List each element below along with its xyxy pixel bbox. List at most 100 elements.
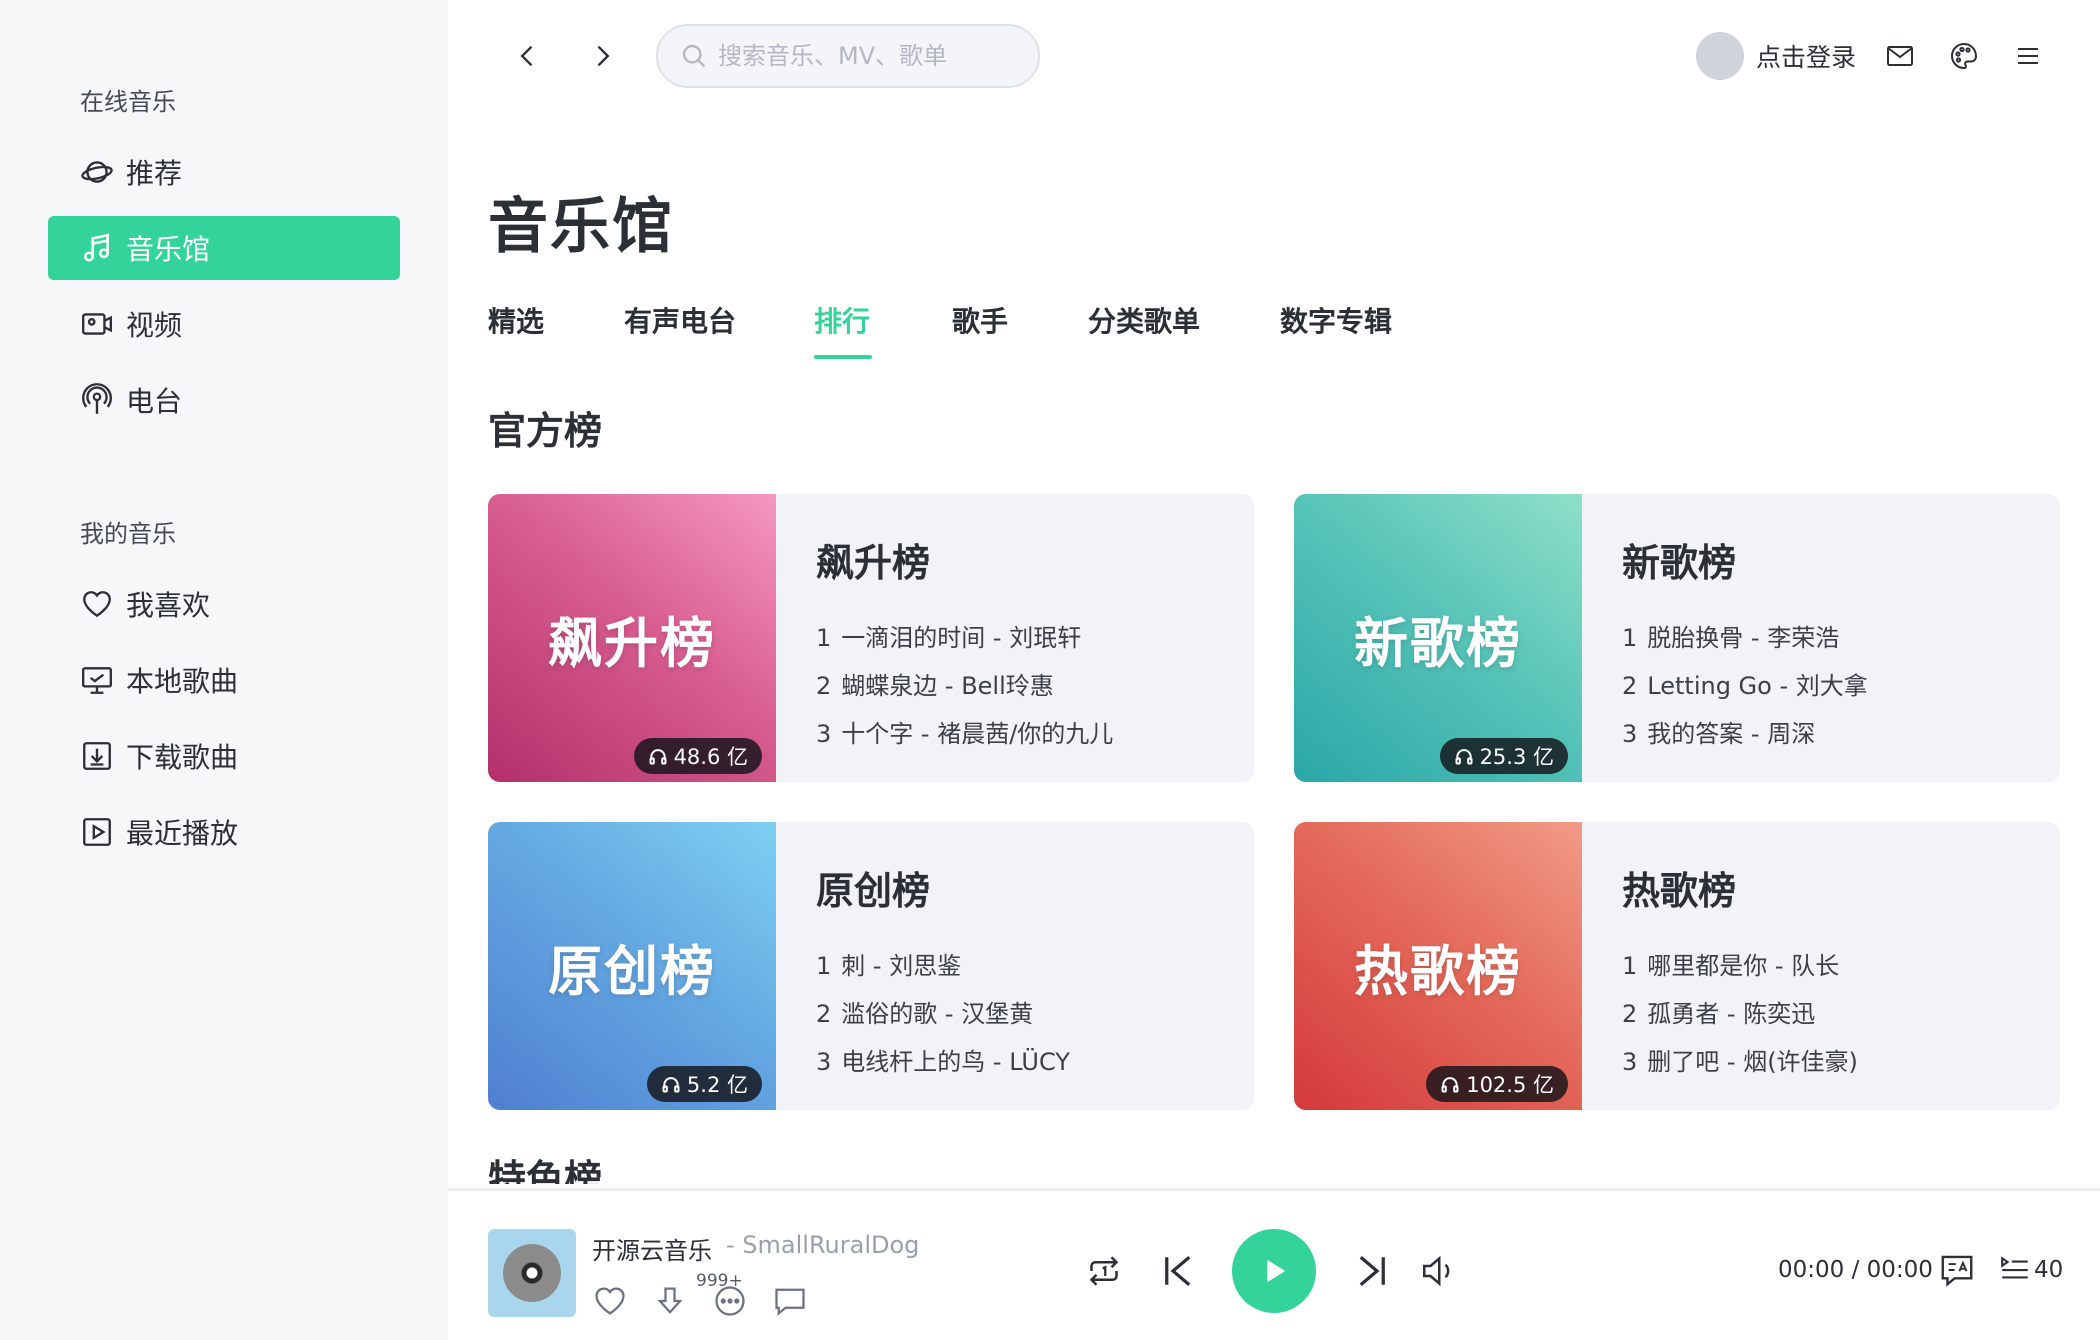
track-title[interactable]: 开源云音乐	[592, 1231, 712, 1266]
chart-song[interactable]: 2 蝴蝶泉边 - Bell玲惠	[816, 666, 1054, 701]
menu-button[interactable]	[2008, 36, 2048, 76]
song-text: 脱胎换骨 - 李荣浩	[1647, 624, 1840, 652]
chart-song[interactable]: 3 电线杆上的鸟 - LÜCY	[816, 1042, 1070, 1077]
radio-icon	[82, 383, 112, 414]
song-text: 刺 - 刘思鉴	[841, 952, 962, 980]
volume-button[interactable]	[1418, 1251, 1458, 1291]
play-icon	[1267, 1259, 1286, 1283]
chart-song[interactable]: 1 刺 - 刘思鉴	[816, 946, 961, 981]
song-rank: 1	[816, 624, 832, 652]
disc-icon	[503, 1244, 561, 1302]
sidebar-item-local-songs[interactable]: 本地歌曲	[48, 648, 400, 712]
song-text: 蝴蝶泉边 - Bell玲惠	[841, 672, 1054, 700]
tab-artists[interactable]: 歌手	[952, 300, 1008, 340]
tab-audio-radio[interactable]: 有声电台	[624, 300, 736, 340]
mail-button[interactable]	[1880, 36, 1920, 76]
cover-title: 原创榜	[548, 939, 716, 1003]
chart-cover[interactable]: 原创榜 5.2 亿	[488, 822, 776, 1110]
song-rank: 2	[1622, 672, 1638, 700]
chart-song[interactable]: 1 脱胎换骨 - 李荣浩	[1622, 618, 1839, 653]
sidebar-item-label: 音乐馆	[126, 233, 211, 266]
lyrics-button[interactable]	[1938, 1251, 1976, 1289]
sidebar-item-music-hall[interactable]: 音乐馆	[48, 216, 400, 280]
chart-song[interactable]: 2 孤勇者 - 陈奕迅	[1622, 994, 1815, 1029]
chart-song[interactable]: 2 滥俗的歌 - 汉堡黄	[816, 994, 1033, 1029]
monitor-icon	[82, 667, 112, 694]
skip-next-icon	[1359, 1256, 1385, 1286]
video-icon	[82, 313, 112, 335]
chart-song[interactable]: 1 一滴泪的时间 - 刘珉轩	[816, 618, 1081, 653]
theme-button[interactable]	[1944, 36, 1984, 76]
chart-name: 飙升榜	[816, 541, 931, 585]
chart-song[interactable]: 1 哪里都是你 - 队长	[1622, 946, 1839, 981]
mail-icon	[1887, 46, 1913, 66]
comment-count-badge: 999+	[696, 1271, 743, 1291]
chart-song[interactable]: 3 删了吧 - 烟(许佳豪)	[1622, 1042, 1858, 1077]
tab-ranking[interactable]: 排行	[814, 300, 870, 340]
sidebar-item-recent[interactable]: 最近播放	[48, 800, 400, 864]
song-rank: 2	[816, 672, 832, 700]
heart-icon	[83, 591, 111, 618]
search-box[interactable]	[656, 24, 1040, 88]
headphones-icon	[649, 749, 667, 765]
tab-digital-albums[interactable]: 数字专辑	[1280, 300, 1392, 340]
chart-song[interactable]: 2 Letting Go - 刘大拿	[1622, 666, 1868, 701]
song-rank: 3	[816, 1048, 832, 1076]
chart-song[interactable]: 3 我的答案 - 周深	[1622, 714, 1815, 749]
download-button[interactable]	[652, 1283, 688, 1319]
online-music-heading: 在线音乐	[80, 88, 176, 116]
search-icon	[682, 44, 706, 68]
headphones-icon	[662, 1077, 680, 1093]
previous-button[interactable]	[1158, 1251, 1198, 1291]
song-rank: 2	[816, 1000, 832, 1028]
back-button[interactable]	[506, 34, 550, 78]
chart-cover[interactable]: 新歌榜 25.3 亿	[1294, 494, 1582, 782]
sidebar-item-label: 本地歌曲	[126, 665, 239, 698]
song-text: 一滴泪的时间 - 刘珉轩	[841, 624, 1082, 652]
play-count: 5.2 亿	[686, 1073, 748, 1097]
sidebar-item-recommend[interactable]: 推荐	[48, 140, 400, 204]
play-count: 102.5 亿	[1466, 1073, 1554, 1097]
album-cover[interactable]	[488, 1229, 576, 1317]
song-text: 删了吧 - 烟(许佳豪)	[1647, 1048, 1858, 1076]
skip-previous-icon	[1165, 1256, 1191, 1286]
sidebar-item-video[interactable]: 视频	[48, 292, 400, 356]
play-button[interactable]	[1232, 1229, 1316, 1313]
sidebar-item-favorites[interactable]: 我喜欢	[48, 572, 400, 636]
palette-icon	[1951, 42, 1978, 70]
chart-card-soaring[interactable]: 飙升榜 48.6 亿 飙升榜 1 一滴泪的时间 - 刘珉轩 2 蝴蝶泉边 - Bel…	[488, 494, 1254, 782]
comment-button[interactable]	[772, 1283, 808, 1319]
chart-cover[interactable]: 飙升榜 48.6 亿	[488, 494, 776, 782]
sidebar: 在线音乐 推荐 音乐馆 视频 电台 我的音乐 我喜欢 本地歌曲 下载歌曲 最近播…	[0, 0, 448, 1340]
chart-card-original[interactable]: 原创榜 5.2 亿 原创榜 1 刺 - 刘思鉴 2 滥俗的歌 - 汉堡黄 3 电线杆上…	[488, 822, 1254, 1110]
login-link[interactable]: 点击登录	[1756, 38, 1856, 74]
chart-song[interactable]: 3 十个字 - 褚晨茜/你的九儿	[816, 714, 1113, 749]
avatar[interactable]	[1696, 32, 1744, 80]
search-input[interactable]	[718, 42, 1018, 70]
song-rank: 1	[1622, 624, 1638, 652]
play-count: 48.6 亿	[673, 745, 748, 769]
page-title: 音乐馆	[488, 192, 674, 262]
sidebar-item-downloads[interactable]: 下载歌曲	[48, 724, 400, 788]
active-tab-indicator	[814, 355, 872, 359]
chart-card-new-songs[interactable]: 新歌榜 25.3 亿 新歌榜 1 脱胎换骨 - 李荣浩 2 Letting Go -…	[1294, 494, 2060, 782]
playlist-button[interactable]	[1998, 1251, 2032, 1289]
cover-title: 热歌榜	[1354, 939, 1522, 1003]
chart-card-hot-songs[interactable]: 热歌榜 102.5 亿 热歌榜 1 哪里都是你 - 队长 2 孤勇者 - 陈奕迅 3…	[1294, 822, 2060, 1110]
next-button[interactable]	[1352, 1251, 1392, 1291]
forward-button[interactable]	[580, 34, 624, 78]
tab-featured[interactable]: 精选	[488, 300, 544, 340]
song-text: 孤勇者 - 陈奕迅	[1647, 1000, 1816, 1028]
cover-title: 飙升榜	[548, 611, 716, 675]
section-title-official: 官方榜	[488, 409, 603, 453]
like-button[interactable]	[592, 1283, 628, 1319]
sidebar-item-radio[interactable]: 电台	[48, 368, 400, 432]
song-text: 十个字 - 褚晨茜/你的九儿	[841, 720, 1114, 748]
track-artist[interactable]: - SmallRuralDog	[726, 1231, 919, 1259]
tab-category-playlists[interactable]: 分类歌单	[1088, 300, 1200, 340]
chart-cover[interactable]: 热歌榜 102.5 亿	[1294, 822, 1582, 1110]
play-count-badge: 48.6 亿	[633, 738, 762, 774]
repeat-button[interactable]	[1084, 1251, 1124, 1291]
play-count: 25.3 亿	[1479, 745, 1554, 769]
sidebar-item-label: 推荐	[126, 157, 183, 190]
